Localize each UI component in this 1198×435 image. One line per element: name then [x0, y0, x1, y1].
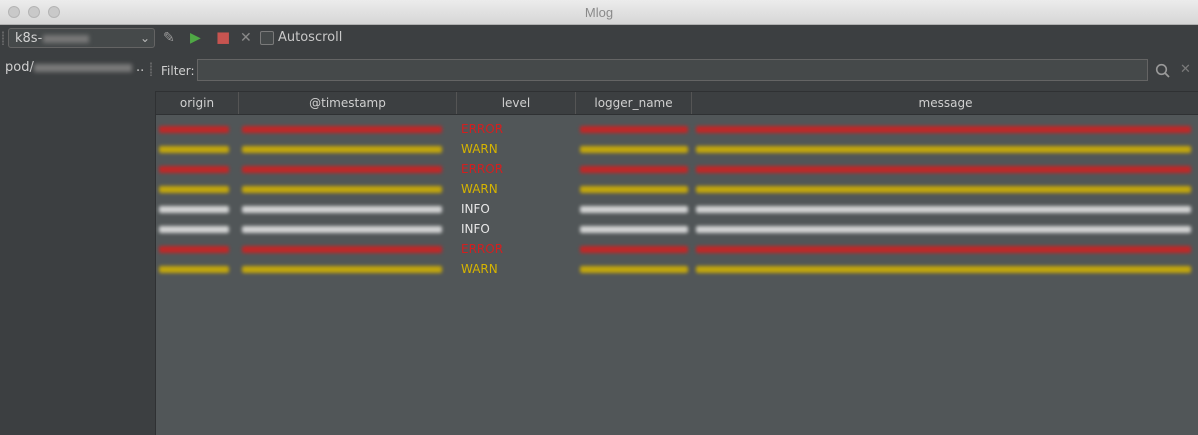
clear-icon[interactable]: ✕ [240, 29, 252, 47]
origin-cell-redacted [159, 226, 229, 233]
chevron-down-icon: ⌄ [139, 31, 150, 45]
message-cell-redacted [696, 206, 1191, 213]
column-header-level[interactable]: level [457, 92, 576, 114]
timestamp-cell-redacted [242, 206, 442, 213]
splitter-grip-icon [150, 62, 152, 76]
autoscroll-checkbox[interactable] [260, 31, 274, 45]
level-cell: WARN [461, 182, 498, 196]
logger-name-cell-redacted [580, 126, 688, 133]
message-cell-redacted [696, 126, 1191, 133]
edit-icon[interactable]: ✎ [163, 29, 175, 47]
toolbar: k8s- ⌄ ✎ ▶ ■ ✕ Autoscroll [0, 25, 1198, 53]
table-row[interactable]: ERROR [156, 159, 1198, 179]
column-header-logger-name[interactable]: logger_name [576, 92, 692, 114]
timestamp-cell-redacted [242, 246, 442, 253]
clear-filter-icon[interactable]: ✕ [1180, 62, 1191, 77]
stop-icon[interactable]: ■ [216, 28, 230, 46]
timestamp-cell-redacted [242, 146, 442, 153]
filter-bar: Filter: ✕ [155, 55, 1198, 87]
connection-label: k8s- [15, 31, 43, 46]
level-cell: INFO [461, 222, 490, 236]
origin-cell-redacted [159, 246, 229, 253]
level-cell: WARN [461, 142, 498, 156]
table-header: origin @timestamp level logger_name mess… [156, 92, 1198, 115]
column-header-message[interactable]: message [692, 92, 1198, 114]
message-cell-redacted [696, 266, 1191, 273]
toolbar-grip-icon[interactable] [2, 31, 4, 45]
window-title: Mlog [584, 5, 614, 20]
pod-prefix: pod/ [5, 60, 34, 75]
timestamp-cell-redacted [242, 266, 442, 273]
origin-cell-redacted [159, 266, 229, 273]
message-cell-redacted [696, 246, 1191, 253]
table-row[interactable]: INFO [156, 219, 1198, 239]
column-header-origin[interactable]: origin [156, 92, 239, 114]
logger-name-cell-redacted [580, 146, 688, 153]
table-row[interactable]: ERROR [156, 119, 1198, 139]
origin-cell-redacted [159, 126, 229, 133]
timestamp-cell-redacted [242, 186, 442, 193]
level-cell: ERROR [461, 242, 504, 256]
filter-input[interactable] [197, 59, 1148, 81]
level-cell: WARN [461, 262, 498, 276]
pod-name-redacted [33, 63, 132, 72]
table-row[interactable]: ERROR [156, 239, 1198, 259]
table-row[interactable]: WARN [156, 179, 1198, 199]
logger-name-cell-redacted [580, 266, 688, 273]
level-cell: ERROR [461, 162, 504, 176]
logger-name-cell-redacted [580, 206, 688, 213]
log-table: origin @timestamp level logger_name mess… [155, 91, 1198, 435]
timestamp-cell-redacted [242, 126, 442, 133]
column-header-timestamp[interactable]: @timestamp [239, 92, 457, 114]
table-row[interactable]: WARN [156, 259, 1198, 279]
logger-name-cell-redacted [580, 246, 688, 253]
message-cell-redacted [696, 186, 1191, 193]
search-icon[interactable] [1155, 63, 1171, 79]
message-cell-redacted [696, 166, 1191, 173]
connection-name-redacted [43, 34, 90, 43]
table-row[interactable]: WARN [156, 139, 1198, 159]
pod-list: pod/ .. [0, 55, 147, 435]
filter-label: Filter: [161, 64, 195, 78]
panel-splitter[interactable] [147, 55, 155, 435]
origin-cell-redacted [159, 186, 229, 193]
play-icon[interactable]: ▶ [190, 29, 201, 47]
logger-name-cell-redacted [580, 226, 688, 233]
timestamp-cell-redacted [242, 226, 442, 233]
message-cell-redacted [696, 146, 1191, 153]
logger-name-cell-redacted [580, 186, 688, 193]
origin-cell-redacted [159, 166, 229, 173]
message-cell-redacted [696, 226, 1191, 233]
autoscroll-label: Autoscroll [278, 30, 343, 45]
level-cell: INFO [461, 202, 490, 216]
origin-cell-redacted [159, 206, 229, 213]
pod-list-item[interactable]: pod/ .. [5, 60, 144, 75]
table-row[interactable]: INFO [156, 199, 1198, 219]
timestamp-cell-redacted [242, 166, 442, 173]
origin-cell-redacted [159, 146, 229, 153]
connection-select[interactable]: k8s- ⌄ [8, 28, 155, 48]
logger-name-cell-redacted [580, 166, 688, 173]
window-titlebar: Mlog [0, 0, 1198, 25]
level-cell: ERROR [461, 122, 504, 136]
